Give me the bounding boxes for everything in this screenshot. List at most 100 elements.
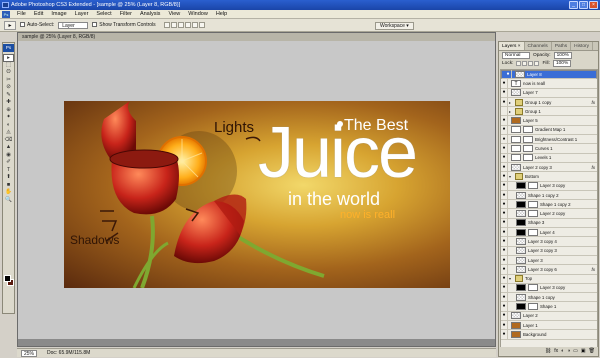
path-select-icon[interactable]: ✐ xyxy=(3,159,14,167)
trash-icon[interactable]: 🗑 xyxy=(589,348,595,354)
tab-paths[interactable]: Paths xyxy=(552,42,572,50)
menu-analysis[interactable]: Analysis xyxy=(136,11,164,17)
expand-arrow-icon[interactable]: ▸ xyxy=(509,100,513,105)
move-tool-preset-icon[interactable]: ▸ xyxy=(4,20,16,30)
menu-file[interactable]: File xyxy=(13,11,30,17)
layer-mask-thumbnail[interactable] xyxy=(528,210,538,218)
eye-icon[interactable]: ● xyxy=(501,209,508,219)
eye-icon[interactable] xyxy=(501,106,508,116)
eye-icon[interactable]: ● xyxy=(501,162,508,172)
layer-row[interactable]: ● Shape 1 copy 2 xyxy=(501,199,597,210)
lock-all-icon[interactable] xyxy=(534,60,540,66)
layer-row[interactable]: ▸ Group 1 xyxy=(501,106,597,117)
eye-icon[interactable]: ● xyxy=(501,283,508,293)
layer-row[interactable]: ● Layer 2 xyxy=(501,311,597,322)
eye-icon[interactable]: ● xyxy=(501,116,508,126)
eye-icon[interactable]: ● xyxy=(501,190,508,200)
layer-row[interactable]: ● Layer 7 xyxy=(501,88,597,98)
foreground-color-swatch[interactable] xyxy=(4,275,11,282)
layer-mask-thumbnail[interactable] xyxy=(528,182,538,190)
eye-icon[interactable]: ● xyxy=(501,144,508,154)
layer-row[interactable]: ● Layer 3 copy 4 xyxy=(501,237,597,247)
shape-tool-icon[interactable]: ■ xyxy=(3,182,14,190)
opacity-field[interactable]: 100% xyxy=(553,51,572,59)
expand-arrow-icon[interactable]: ▾ xyxy=(509,174,513,179)
layer-row[interactable]: ● Layer 3 copy 6 fx xyxy=(501,264,597,275)
layer-row[interactable]: ● Brightness/Contrast 1 xyxy=(501,134,597,145)
layer-row[interactable]: ● Shape 1 xyxy=(501,302,597,312)
history-brush-icon[interactable]: ✦ xyxy=(3,114,14,122)
menu-view[interactable]: View xyxy=(164,11,184,17)
eye-icon[interactable]: ● xyxy=(501,227,508,237)
eye-icon[interactable]: ● xyxy=(501,246,508,256)
layer-row[interactable]: ● Levels 1 xyxy=(501,153,597,163)
tab-layers[interactable]: Layers × xyxy=(499,42,525,50)
layer-row[interactable]: ● Layer 3 copy 3 xyxy=(501,246,597,256)
layer-row[interactable]: ● Tnow is reall xyxy=(501,78,597,89)
layer-row[interactable]: ● Layer 3 copy xyxy=(501,181,597,191)
eye-icon[interactable]: ● xyxy=(505,70,512,80)
align-top-icon[interactable] xyxy=(163,22,170,28)
new-layer-icon[interactable]: ▣ xyxy=(581,348,586,354)
clone-stamp-icon[interactable]: ⊕ xyxy=(3,107,14,115)
move-tool-icon[interactable]: ▸ xyxy=(3,54,14,62)
menu-image[interactable]: Image xyxy=(47,11,70,17)
layer-mask-thumbnail[interactable] xyxy=(528,200,538,208)
link-layers-icon[interactable]: ⛓ xyxy=(545,348,551,354)
menu-help[interactable]: Help xyxy=(212,11,231,17)
eye-icon[interactable]: ● xyxy=(501,264,508,274)
align-left-icon[interactable] xyxy=(184,22,191,28)
minimize-button[interactable]: _ xyxy=(569,1,578,9)
align-right-icon[interactable] xyxy=(198,22,205,28)
crop-tool-icon[interactable]: ✂ xyxy=(3,77,14,85)
layer-effects-icon[interactable]: fx xyxy=(591,100,595,105)
eye-icon[interactable]: ● xyxy=(501,329,508,339)
align-middle-icon[interactable] xyxy=(170,22,177,28)
eye-icon[interactable]: ● xyxy=(501,218,508,228)
layer-row[interactable]: ● Shape 3 xyxy=(501,218,597,229)
layer-row[interactable]: ● Layer 8 xyxy=(501,70,597,80)
lasso-tool-icon[interactable]: ʘ xyxy=(3,69,14,77)
adjustment-layer-icon[interactable]: ◑ xyxy=(567,348,570,354)
layer-row[interactable]: ● ▸ Group 1 copy fx xyxy=(501,97,597,108)
eye-icon[interactable]: ● xyxy=(501,181,508,191)
eye-icon[interactable]: ● xyxy=(501,171,508,181)
brush-tool-icon[interactable]: ✎ xyxy=(3,92,14,100)
pen-tool-icon[interactable]: ◉ xyxy=(3,152,14,160)
fill-field[interactable]: 100% xyxy=(552,59,572,67)
menu-window[interactable]: Window xyxy=(184,11,212,17)
layer-row[interactable]: ● Layer 5 xyxy=(501,116,597,126)
layer-mask-thumbnail[interactable] xyxy=(528,284,538,292)
eye-icon[interactable]: ● xyxy=(501,292,508,302)
doc-size-info[interactable]: Doc: 65.9M/115.8M xyxy=(47,349,90,357)
menu-layer[interactable]: Layer xyxy=(71,11,93,17)
direct-select-icon[interactable]: ⬆ xyxy=(3,174,14,182)
eye-icon[interactable]: ● xyxy=(501,78,508,88)
eye-icon[interactable]: ● xyxy=(501,320,508,330)
maximize-button[interactable]: □ xyxy=(579,1,588,9)
lock-pixels-icon[interactable] xyxy=(522,60,528,66)
auto-select-checkbox[interactable]: Auto-Select: xyxy=(20,22,54,28)
layer-effects-icon[interactable]: fx xyxy=(591,165,595,170)
menu-select[interactable]: Select xyxy=(92,11,115,17)
eye-icon[interactable]: ● xyxy=(501,125,508,135)
eye-icon[interactable]: ● xyxy=(501,88,508,98)
slice-tool-icon[interactable]: ⊘ xyxy=(3,84,14,92)
add-mask-icon[interactable]: ◐ xyxy=(561,348,564,354)
tab-channels[interactable]: Channels xyxy=(525,42,552,50)
eye-icon[interactable]: ● xyxy=(501,153,508,163)
add-style-icon[interactable]: fx xyxy=(554,348,558,354)
eye-icon[interactable]: ● xyxy=(501,274,508,284)
layer-mask-thumbnail[interactable] xyxy=(528,228,538,236)
eye-icon[interactable]: ● xyxy=(501,302,508,312)
layer-mask-thumbnail[interactable] xyxy=(528,303,538,311)
expand-arrow-icon[interactable]: ▸ xyxy=(509,109,513,114)
lock-transparency-icon[interactable] xyxy=(516,60,522,66)
eye-icon[interactable]: ● xyxy=(501,237,508,246)
zoom-tool-icon[interactable]: 🔍 xyxy=(3,197,14,205)
layer-row[interactable]: ● Gradient Map 1 xyxy=(501,125,597,136)
layer-mask-thumbnail[interactable] xyxy=(523,126,533,134)
layer-mask-thumbnail[interactable] xyxy=(523,135,533,143)
close-button[interactable]: × xyxy=(589,1,598,9)
dodge-tool-icon[interactable]: ◐ xyxy=(3,122,14,130)
